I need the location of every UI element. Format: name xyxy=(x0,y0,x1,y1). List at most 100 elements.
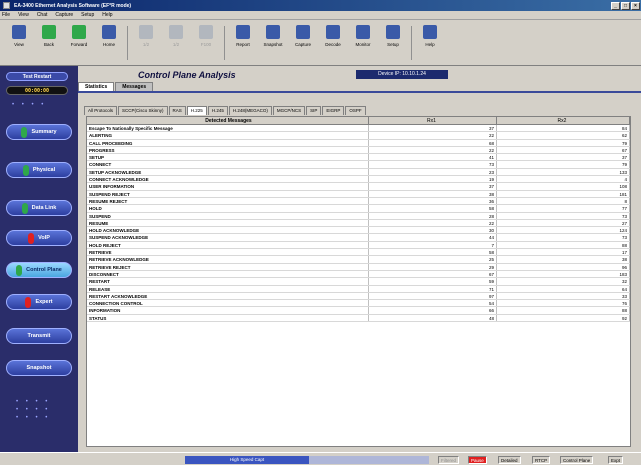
toolbar-snapshot-button[interactable]: Snapshot xyxy=(258,22,288,62)
tab-protocol-ras[interactable]: RAS xyxy=(168,106,186,115)
message-name-cell: SUSPEND REJECT xyxy=(87,190,369,197)
nav-transmit-button[interactable]: Transmit xyxy=(6,328,72,344)
table-row[interactable]: RESTART ACKNOWLEDGE 97 33 xyxy=(87,292,630,301)
table-row[interactable]: RETRIEVE 58 17 xyxy=(87,249,630,257)
nav-expert-button[interactable]: Expert xyxy=(6,294,72,310)
table-row[interactable]: SUSPEND 28 73 xyxy=(87,212,630,220)
test-restart-button[interactable]: Test Restart xyxy=(6,72,68,81)
table-row[interactable]: CONNECT ACKNOWLEDGE 19 4 xyxy=(87,176,630,184)
table-row[interactable]: STATUS 48 92 xyxy=(87,314,630,323)
toolbar-f100-button[interactable]: F100 xyxy=(191,22,221,62)
tab-protocol-ospf[interactable]: OSPF xyxy=(345,106,366,115)
message-name-cell: DISCONNECT xyxy=(87,270,369,278)
minimize-button[interactable]: _ xyxy=(611,1,620,10)
status-detailed[interactable]: Detailed xyxy=(498,456,521,464)
toolbar-help-button[interactable]: Help xyxy=(415,22,445,62)
tab-protocol-mgcp-ncs[interactable]: MGCP/NCS xyxy=(272,106,306,115)
tab-protocol-h-225[interactable]: H.225 xyxy=(186,106,207,115)
close-button[interactable]: × xyxy=(631,1,640,10)
toolbar-button-label: Back xyxy=(43,42,54,47)
nav-snapshot-button[interactable]: Snapshot xyxy=(6,360,72,376)
column-header-rx2[interactable]: Rx2 xyxy=(497,117,630,124)
table-row[interactable]: PROGRESS 22 67 xyxy=(87,146,630,155)
message-name-cell: RELEASE xyxy=(87,285,369,292)
toolbar-button-label: Monitor xyxy=(355,42,371,47)
toolbar-view-button[interactable]: View xyxy=(4,22,34,62)
table-row[interactable]: SUSPEND REJECT 38 181 xyxy=(87,190,630,198)
table-row[interactable]: RESUME REJECT 36 8 xyxy=(87,197,630,206)
tab-statistics[interactable]: Statistics xyxy=(78,82,115,91)
menu-setup[interactable]: Setup xyxy=(81,12,94,18)
table-row[interactable]: HOLD REJECT 7 88 xyxy=(87,241,630,250)
toolbar-report-button[interactable]: Report xyxy=(228,22,258,62)
toolbar-button-label: Capture xyxy=(294,42,311,47)
status-control-plane[interactable]: Control Plane xyxy=(560,456,594,464)
table-row[interactable]: CONNECT 73 79 xyxy=(87,161,630,169)
tab-protocol-h-248-megaco-[interactable]: H.248(MEGACO) xyxy=(228,106,272,115)
toolbar-monitor-button[interactable]: Monitor xyxy=(348,22,378,62)
toolbar-1-2-button[interactable]: 1/2 xyxy=(131,22,161,62)
toolbar-capture-button[interactable]: Capture xyxy=(288,22,318,62)
table-row[interactable]: RETRIEVE ACKNOWLEDGE 25 38 xyxy=(87,256,630,264)
table-row[interactable]: USER INFORMATION 37 108 xyxy=(87,183,630,191)
toolbar-button-label: 1/2 xyxy=(172,42,180,47)
menu-file[interactable]: File xyxy=(2,12,10,18)
table-row[interactable]: ALERTING 22 62 xyxy=(87,132,630,140)
nav-summary-button[interactable]: Summary xyxy=(6,124,72,140)
tab-messages[interactable]: Messages xyxy=(115,82,154,91)
message-name-cell: HOLD ACKNOWLEDGE xyxy=(87,227,369,234)
tab-protocol-sip[interactable]: SIP xyxy=(306,106,322,115)
nav-label: Control Plane xyxy=(26,267,62,273)
toolbar-1-2-button[interactable]: 1/2 xyxy=(161,22,191,62)
page-icon xyxy=(199,25,213,39)
message-name-cell: RESUME REJECT xyxy=(87,197,369,205)
message-name-cell: Escape To Nationally Specific Message xyxy=(87,125,369,132)
table-row[interactable]: HOLD 58 77 xyxy=(87,205,630,213)
table-row[interactable]: RESUME 22 27 xyxy=(87,219,630,228)
toolbar-forward-button[interactable]: Forward xyxy=(64,22,94,62)
menu-view[interactable]: View xyxy=(18,12,29,18)
tab-protocol-all-protocols[interactable]: All Protocols xyxy=(84,106,118,115)
nav-control-plane-button[interactable]: Control Plane xyxy=(6,262,72,278)
menu-help[interactable]: Help xyxy=(102,12,112,18)
nav-physical-button[interactable]: Physical xyxy=(6,162,72,178)
tab-protocol-h-245[interactable]: H.245 xyxy=(207,106,228,115)
table-row[interactable]: Escape To Nationally Specific Message 37 8… xyxy=(87,125,630,133)
toolbar-setup-button[interactable]: Setup xyxy=(378,22,408,62)
table-row[interactable]: SETUP ACKNOWLEDGE 23 133 xyxy=(87,168,630,177)
menu-capture[interactable]: Capture xyxy=(55,12,73,18)
status-expt[interactable]: Expt xyxy=(608,456,624,464)
table-row[interactable]: DISCONNECT 67 183 xyxy=(87,270,630,279)
column-header-rx1[interactable]: Rx1 xyxy=(369,117,497,124)
table-row[interactable]: INFORMATION 66 88 xyxy=(87,307,630,315)
table-row[interactable]: HOLD ACKNOWLEDGE 30 124 xyxy=(87,227,630,235)
table-row[interactable]: CALL PROCEEDING 68 79 xyxy=(87,139,630,147)
tab-protocol-eigrp[interactable]: EIGRP xyxy=(322,106,345,115)
status-filtered[interactable]: Filtered xyxy=(438,456,460,464)
toolbar-back-button[interactable]: Back xyxy=(34,22,64,62)
toolbar-button-label: Forward xyxy=(70,42,88,47)
maximize-button[interactable]: □ xyxy=(621,1,630,10)
tab-protocol-sccp-cisco-skinny-[interactable]: SCCP(Cisco Skinny) xyxy=(118,106,168,115)
table-row[interactable]: RELEASE 71 64 xyxy=(87,285,630,293)
toolbar-decode-button[interactable]: Decode xyxy=(318,22,348,62)
toolbar-home-button[interactable]: Home xyxy=(94,22,124,62)
table-row[interactable]: SUSPEND ACKNOWLEDGE 44 73 xyxy=(87,234,630,242)
rx1-count-cell: 97 xyxy=(369,292,497,300)
column-header-messages[interactable]: Detected Messages xyxy=(87,117,369,124)
status-rtcp[interactable]: RTCP xyxy=(532,456,551,464)
table-row[interactable]: CONNECTION CONTROL 54 76 xyxy=(87,300,630,308)
toolbar-button-label: 1/2 xyxy=(142,42,150,47)
table-row[interactable]: SETUP 41 37 xyxy=(87,154,630,162)
table-row[interactable]: RESTART 59 32 xyxy=(87,278,630,286)
status-pause[interactable]: Pause xyxy=(468,456,487,464)
nav-label: Physical xyxy=(32,167,56,173)
nav-data-link-button[interactable]: Data Link xyxy=(6,200,72,216)
nav-voip-button[interactable]: VoIP xyxy=(6,230,72,246)
table-row[interactable]: RETRIEVE REJECT 29 96 xyxy=(87,263,630,271)
status-led-icon xyxy=(21,126,28,138)
message-name-cell: RESTART ACKNOWLEDGE xyxy=(87,292,369,300)
menu-chat[interactable]: Chat xyxy=(37,12,48,18)
toolbar-separator xyxy=(127,26,128,60)
message-name-cell: CONNECT xyxy=(87,161,369,168)
